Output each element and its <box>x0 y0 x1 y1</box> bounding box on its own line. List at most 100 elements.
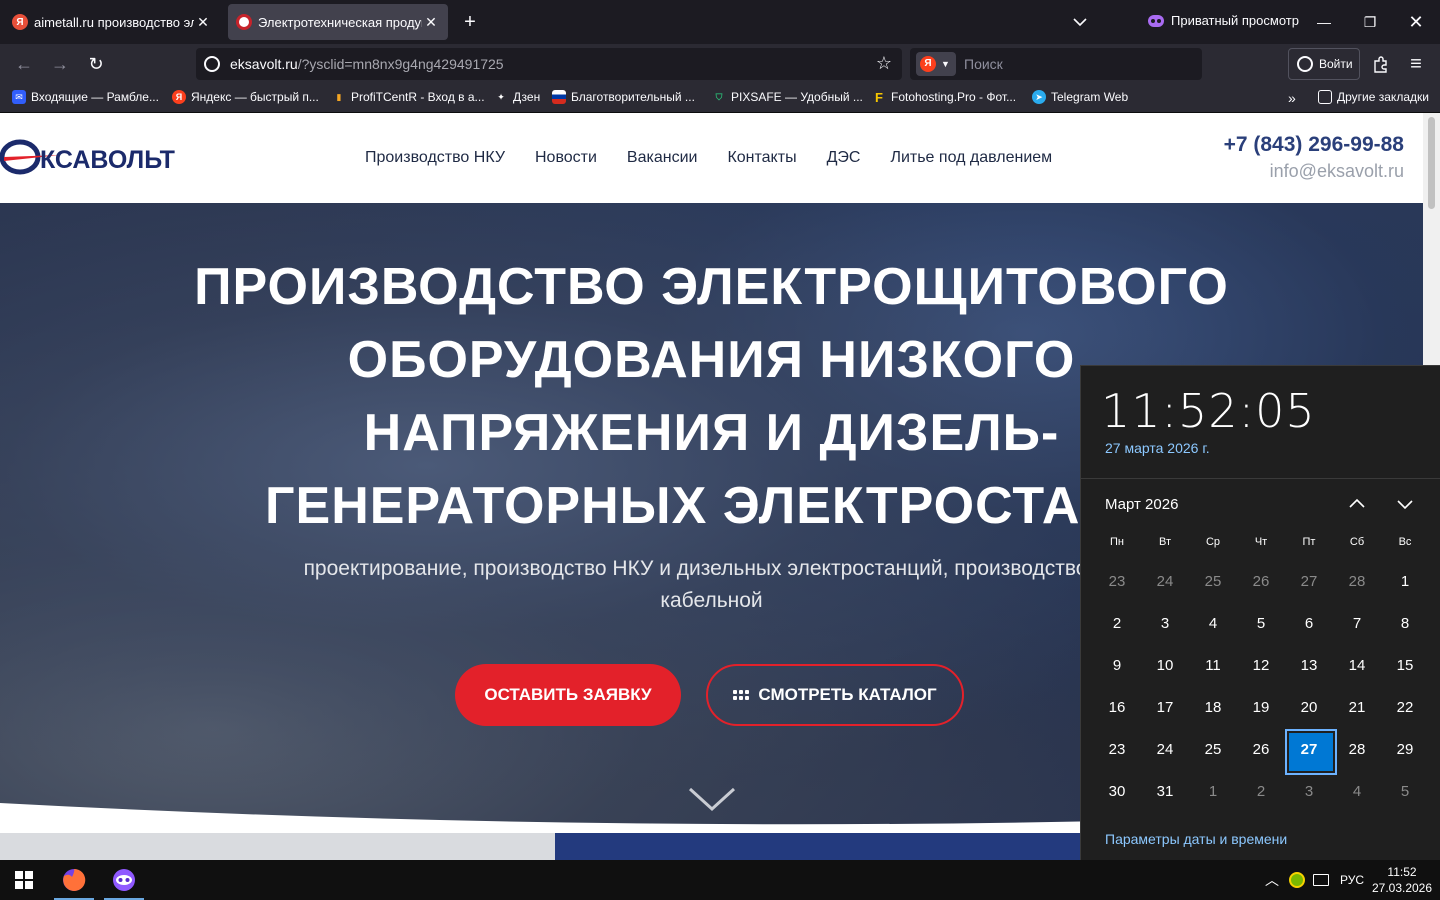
nav-news[interactable]: Новости <box>535 149 597 167</box>
calendar-day[interactable]: 26 <box>1237 729 1285 771</box>
flyout-date-link[interactable]: 27 марта 2026 г. <box>1105 440 1210 456</box>
calendar-day[interactable]: 25 <box>1189 561 1237 603</box>
calendar-day[interactable]: 25 <box>1189 729 1237 771</box>
calendar-day[interactable]: 6 <box>1285 603 1333 645</box>
calendar-day[interactable]: 23 <box>1093 729 1141 771</box>
nav-vacancies[interactable]: Вакансии <box>627 149 698 167</box>
bookmark-item[interactable]: F Fotohosting.Pro - Фот... <box>872 90 1016 105</box>
calendar-day[interactable]: 12 <box>1237 645 1285 687</box>
close-window-button[interactable]: ✕ <box>1404 10 1428 34</box>
language-indicator[interactable]: РУС <box>1340 860 1364 900</box>
show-hidden-icons-chevron-icon[interactable]: ︿ <box>1265 860 1279 900</box>
search-bar[interactable]: Я ▼ <box>910 48 1202 80</box>
calendar-day[interactable]: 4 <box>1189 603 1237 645</box>
calendar-day[interactable]: 19 <box>1237 687 1285 729</box>
calendar-day[interactable]: 13 <box>1285 645 1333 687</box>
calendar-day[interactable]: 2 <box>1237 771 1285 813</box>
url-text[interactable]: eksavolt.ru/?ysclid=mn8nx9g4ng429491725 <box>230 56 504 72</box>
start-button[interactable] <box>4 860 44 900</box>
other-bookmarks[interactable]: Другие закладки <box>1318 90 1429 104</box>
nav-die-casting[interactable]: Литье под давлением <box>890 149 1052 167</box>
calendar-day[interactable]: 23 <box>1093 561 1141 603</box>
date-time-settings-link[interactable]: Параметры даты и времени <box>1105 831 1287 847</box>
calendar-day[interactable]: 7 <box>1333 603 1381 645</box>
calendar-day[interactable]: 24 <box>1141 561 1189 603</box>
close-tab-icon[interactable]: ✕ <box>194 14 212 31</box>
calendar-day[interactable]: 28 <box>1333 729 1381 771</box>
calendar-day[interactable]: 31 <box>1141 771 1189 813</box>
url-bar[interactable]: eksavolt.ru/?ysclid=mn8nx9g4ng429491725 … <box>196 48 902 80</box>
calendar-day[interactable]: 20 <box>1285 687 1333 729</box>
calendar-day[interactable]: 24 <box>1141 729 1189 771</box>
nav-des[interactable]: ДЭС <box>827 149 861 167</box>
calendar-day[interactable]: 11 <box>1189 645 1237 687</box>
catalog-button[interactable]: СМОТРЕТЬ КАТАЛОГ <box>706 664 964 726</box>
more-bookmarks-chevron-icon[interactable]: » <box>1288 90 1296 106</box>
calendar-day[interactable]: 18 <box>1189 687 1237 729</box>
bookmark-item[interactable]: ✉ Входящие — Рамбле... <box>12 90 159 104</box>
network-icon[interactable] <box>1313 860 1329 900</box>
bookmark-item[interactable]: ➤ Telegram Web <box>1032 90 1128 104</box>
previous-month-chevron-up-icon[interactable] <box>1345 492 1369 516</box>
taskbar-clock[interactable]: 11:52 27.03.2026 <box>1368 864 1436 896</box>
calendar-day[interactable]: 1 <box>1381 561 1429 603</box>
calendar-day[interactable]: 17 <box>1141 687 1189 729</box>
minimize-button[interactable]: — <box>1312 10 1336 34</box>
menu-hamburger-icon[interactable]: ≡ <box>1404 52 1428 76</box>
scrollbar-thumb[interactable] <box>1428 117 1435 209</box>
calendar-day[interactable]: 9 <box>1093 645 1141 687</box>
calendar-day[interactable]: 22 <box>1381 687 1429 729</box>
eksavolt-logo[interactable]: КСАВОЛЬТ <box>0 135 182 179</box>
request-button[interactable]: ОСТАВИТЬ ЗАЯВКУ <box>455 664 681 726</box>
calendar-day[interactable]: 2 <box>1093 603 1141 645</box>
calendar-day[interactable]: 5 <box>1381 771 1429 813</box>
calendar-day[interactable]: 8 <box>1381 603 1429 645</box>
tray-app-icon[interactable] <box>1289 860 1305 900</box>
calendar-day[interactable]: 14 <box>1333 645 1381 687</box>
back-arrow-icon[interactable]: ← <box>12 52 36 76</box>
tab-eksavolt[interactable]: Электротехническая продукци ✕ <box>228 4 448 40</box>
calendar-day-today[interactable]: 27 <box>1285 729 1337 775</box>
search-engine-selector[interactable]: Я ▼ <box>916 52 956 76</box>
reload-icon[interactable]: ↻ <box>84 52 108 76</box>
calendar-day[interactable]: 30 <box>1093 771 1141 813</box>
calendar-day[interactable]: 15 <box>1381 645 1429 687</box>
bookmark-item[interactable]: Благотворительный ... <box>552 90 695 104</box>
calendar-day[interactable]: 4 <box>1333 771 1381 813</box>
calendar-day[interactable]: 26 <box>1237 561 1285 603</box>
nav-contacts[interactable]: Контакты <box>727 149 796 167</box>
close-tab-icon[interactable]: ✕ <box>422 14 440 31</box>
calendar-day[interactable]: 21 <box>1333 687 1381 729</box>
extensions-puzzle-icon[interactable] <box>1372 55 1390 73</box>
signin-button[interactable]: Войти <box>1288 48 1360 80</box>
calendar-day[interactable]: 10 <box>1141 645 1189 687</box>
calendar-day[interactable]: 1 <box>1189 771 1237 813</box>
site-info-icon[interactable] <box>204 56 220 72</box>
restore-button[interactable]: ❐ <box>1358 10 1382 34</box>
tab-aimetall[interactable]: Я aimetall.ru производство элект ✕ <box>4 4 220 40</box>
next-month-chevron-down-icon[interactable] <box>1393 492 1417 516</box>
list-all-tabs-chevron-icon[interactable] <box>1070 12 1090 32</box>
taskbar-firefox-private[interactable] <box>104 860 144 900</box>
bookmark-star-icon[interactable]: ☆ <box>876 53 892 74</box>
scroll-down-chevron-icon[interactable] <box>688 783 736 813</box>
calendar-day[interactable]: 3 <box>1285 771 1333 813</box>
calendar-day[interactable]: 27 <box>1285 561 1333 603</box>
email-link[interactable]: info@eksavolt.ru <box>1270 161 1404 182</box>
calendar-day[interactable]: 29 <box>1381 729 1429 771</box>
phone-link[interactable]: +7 (843) 296-99-88 <box>1224 133 1404 157</box>
nav-production[interactable]: Производство НКУ <box>365 149 505 167</box>
bookmark-item[interactable]: ▮ ProfiTCentR - Вход в а... <box>332 90 485 104</box>
bookmark-item[interactable]: Я Яндекс — быстрый п... <box>172 90 319 104</box>
forward-arrow-icon[interactable]: → <box>48 52 72 76</box>
calendar-day[interactable]: 5 <box>1237 603 1285 645</box>
calendar-month-label[interactable]: Март 2026 <box>1105 496 1178 513</box>
calendar-day[interactable]: 16 <box>1093 687 1141 729</box>
bookmark-item[interactable]: ⛉ PIXSAFE — Удобный ... <box>712 90 863 104</box>
search-input[interactable] <box>964 56 1184 72</box>
calendar-day[interactable]: 28 <box>1333 561 1381 603</box>
new-tab-button[interactable]: + <box>458 10 482 34</box>
calendar-day[interactable]: 3 <box>1141 603 1189 645</box>
bookmark-item[interactable]: ✦ Дзен <box>494 90 540 104</box>
taskbar-firefox[interactable] <box>54 860 94 900</box>
